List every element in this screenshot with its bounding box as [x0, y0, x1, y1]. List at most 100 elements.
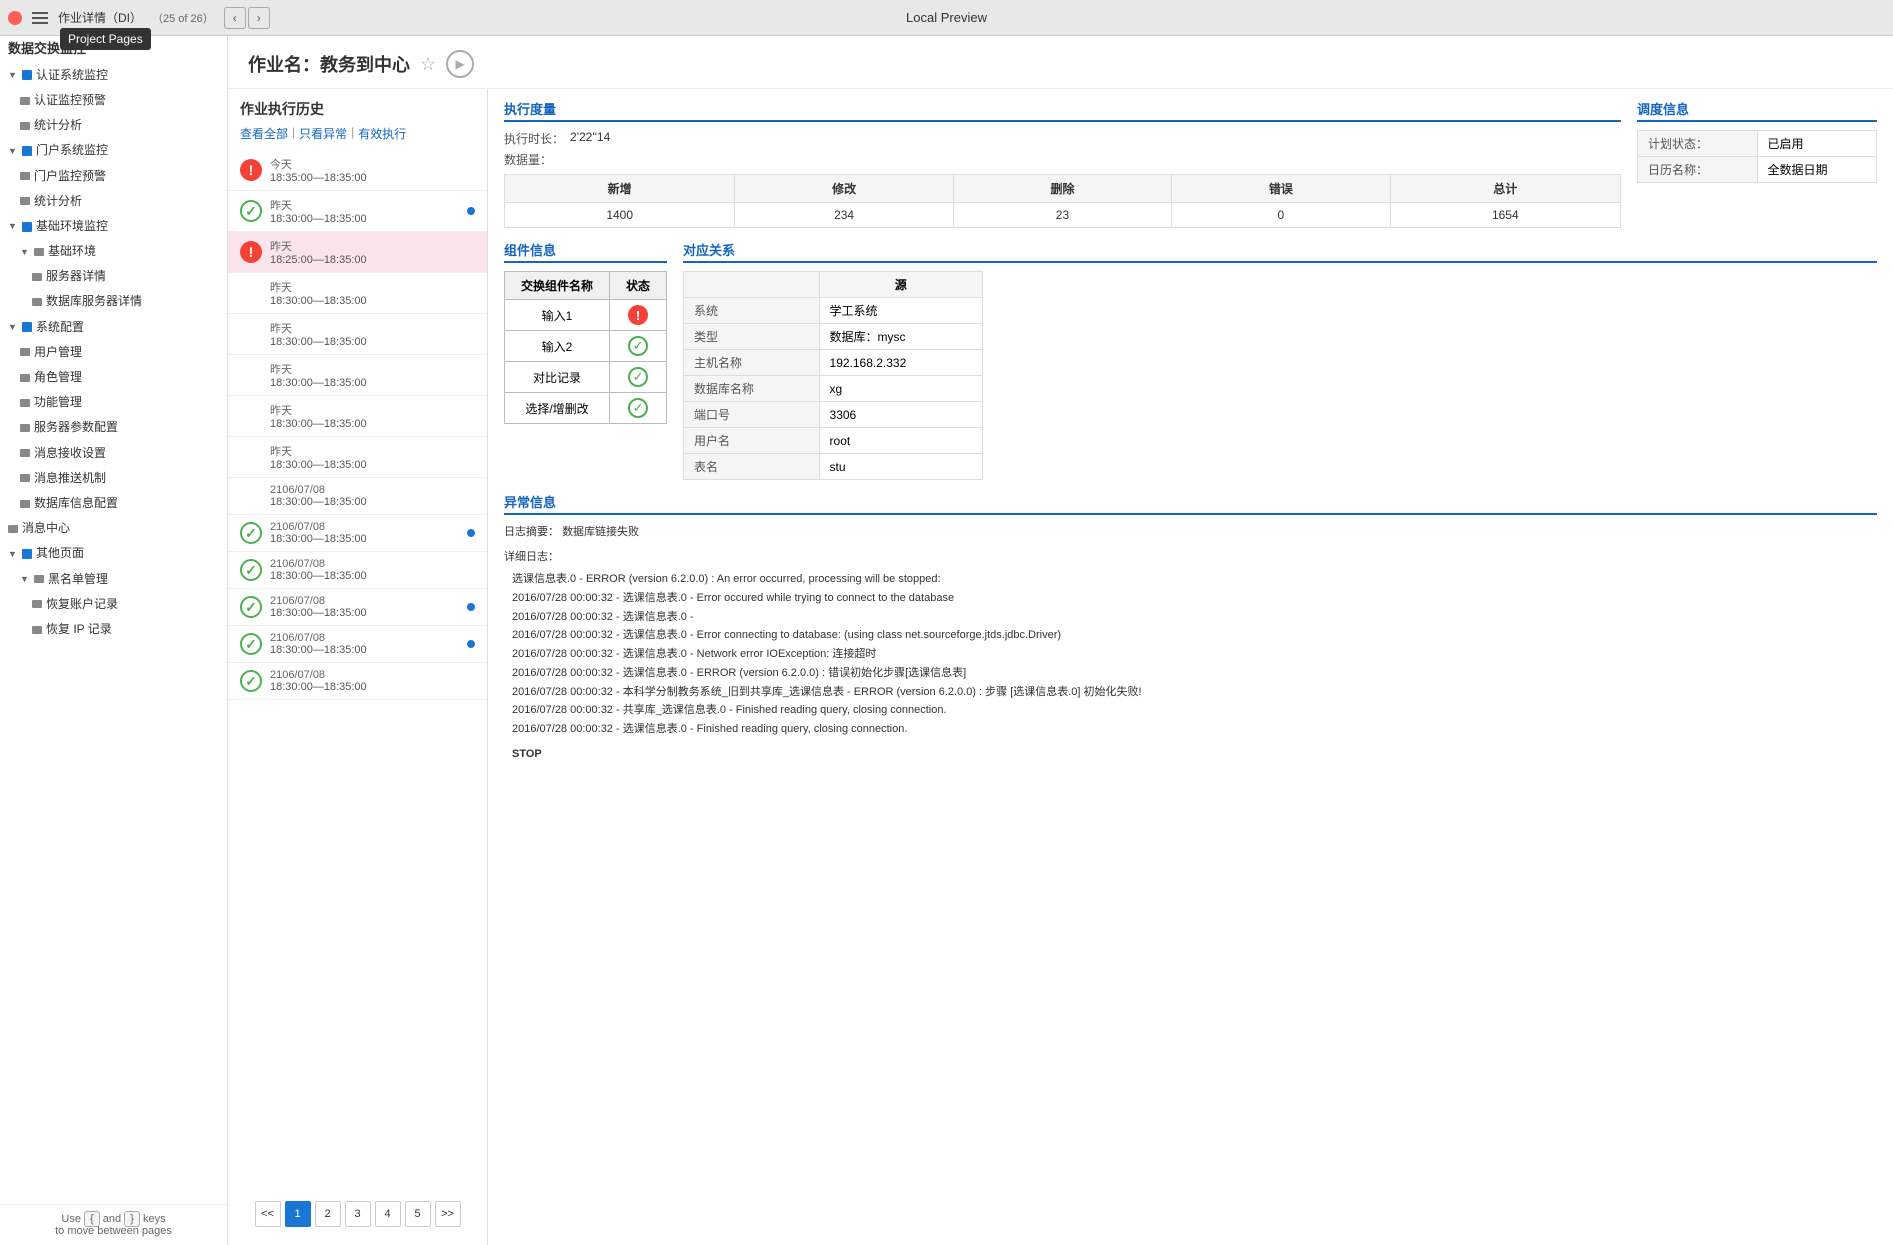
filter-valid[interactable]: 有效执行 [358, 125, 406, 142]
job-date: 昨天 [270, 402, 475, 418]
log-line: 2016/07/28 00:00:32 - 共享库_选课信息表.0 - Fini… [512, 701, 1877, 720]
rel-value-port: 3306 [819, 402, 983, 428]
job-list-item[interactable]: 昨天 18:30:00—18:35:00 [228, 273, 487, 314]
log-line-stop: STOP [512, 745, 1877, 764]
sidebar-item-portal-stats[interactable]: 统计分析 [0, 189, 227, 214]
sidebar-label-db-server-detail: 数据库服务器详情 [46, 292, 142, 311]
page-prev-prev-button[interactable]: << [255, 1201, 281, 1227]
job-list-item[interactable]: ✓ 昨天 18:30:00—18:35:00 [228, 191, 487, 232]
page-icon [32, 600, 42, 608]
col-header-delete: 删除 [953, 175, 1171, 203]
top-section: 执行度量 执行时长： 2'22''14 数据量： 新增 [504, 99, 1877, 228]
content-header: 作业名：教务到中心 ☆ ▶ [228, 36, 1893, 89]
nav-prev-button[interactable]: ‹ [224, 7, 246, 29]
play-button[interactable]: ▶ [446, 50, 474, 78]
job-time: 18:30:00—18:35:00 [270, 459, 475, 471]
sidebar-item-auth-alert[interactable]: 认证监控预警 [0, 88, 227, 113]
sidebar-item-msg-push[interactable]: 消息推送机制 [0, 466, 227, 491]
job-list-item[interactable]: ! 今天 18:35:00—18:35:00 [228, 150, 487, 191]
job-list-item[interactable]: ✓ 2106/07/08 18:30:00—18:35:00 [228, 626, 487, 663]
job-date: 2106/07/08 [270, 521, 459, 533]
rel-row: 系统 学工系统 [684, 298, 983, 324]
job-list-item[interactable]: 昨天 18:30:00—18:35:00 [228, 314, 487, 355]
sidebar-item-portal-monitor[interactable]: ▼ 门户系统监控 [0, 138, 227, 163]
job-time: 18:30:00—18:35:00 [270, 681, 475, 693]
rel-label-table: 表名 [684, 454, 820, 480]
sidebar-label-restore-ip: 恢复 IP 记录 [46, 620, 112, 639]
main-layout: 数据交换监控 ▼ 认证系统监控 认证监控预警 统计分析 [0, 36, 1893, 1245]
page-2-button[interactable]: 2 [315, 1201, 341, 1227]
comp-row: 对比记录 ✓ [505, 362, 667, 393]
page-1-button[interactable]: 1 [285, 1201, 311, 1227]
rel-label-port: 端口号 [684, 402, 820, 428]
tree-section: 数据交换监控 ▼ 认证系统监控 认证监控预警 统计分析 [0, 36, 227, 642]
expand-icon: ▼ [20, 572, 30, 586]
page-next-next-button[interactable]: >> [435, 1201, 461, 1227]
sidebar-item-infra-monitor[interactable]: ▼ 基础环境监控 [0, 214, 227, 239]
sidebar-item-db-server-detail[interactable]: 数据库服务器详情 [0, 289, 227, 314]
job-list-item[interactable]: 昨天 18:30:00—18:35:00 [228, 396, 487, 437]
sidebar-item-server-params[interactable]: 服务器参数配置 [0, 415, 227, 440]
comp-section: 组件信息 交换组件名称 状态 输入1 [504, 240, 667, 480]
sidebar-item-msg-receive[interactable]: 消息接收设置 [0, 441, 227, 466]
hamburger-menu[interactable] [28, 8, 52, 28]
sidebar-label-blacklist: 黑名单管理 [48, 570, 108, 589]
sidebar-item-infra-env[interactable]: ▼ 基础环境 [0, 239, 227, 264]
job-list-item[interactable]: 昨天 18:30:00—18:35:00 [228, 355, 487, 396]
sidebar-item-other-pages[interactable]: ▼ 其他页面 [0, 541, 227, 566]
cell-delete: 23 [953, 203, 1171, 228]
col-header-modify: 修改 [735, 175, 953, 203]
job-list-item[interactable]: ! 昨天 18:25:00—18:35:00 [228, 232, 487, 273]
job-list-item[interactable]: ✓ 2106/07/08 18:30:00—18:35:00 [228, 515, 487, 552]
relation-section: 对应关系 源 系统 学工系统 [683, 240, 1877, 480]
sidebar-item-auth-stats[interactable]: 统计分析 [0, 113, 227, 138]
job-date: 2106/07/08 [270, 669, 475, 681]
job-info: 昨天 18:30:00—18:35:00 [270, 443, 475, 471]
job-list-item[interactable]: 2106/07/08 18:30:00—18:35:00 [228, 478, 487, 515]
blue-square-icon [22, 70, 32, 80]
sidebar-item-sys-config[interactable]: ▼ 系统配置 [0, 315, 227, 340]
sidebar-item-msg-center[interactable]: 消息中心 [0, 516, 227, 541]
sidebar-item-portal-alert[interactable]: 门户监控预警 [0, 164, 227, 189]
job-date: 2106/07/08 [270, 484, 475, 496]
filter-all[interactable]: 查看全部 [240, 125, 288, 142]
job-list-item[interactable]: ✓ 2106/07/08 18:30:00—18:35:00 [228, 552, 487, 589]
page-4-button[interactable]: 4 [375, 1201, 401, 1227]
error-status-icon: ! [628, 305, 648, 325]
job-list-item[interactable]: ✓ 2106/07/08 18:30:00—18:35:00 [228, 589, 487, 626]
top-bar: 作业详情（DI） （25 of 26） Project Pages ‹ › Lo… [0, 0, 1893, 36]
status-success-icon: ✓ [240, 596, 262, 618]
comp-status-select: ✓ [610, 393, 667, 424]
sidebar-item-func-mgmt[interactable]: 功能管理 [0, 390, 227, 415]
job-list-item[interactable]: ✓ 2106/07/08 18:30:00—18:35:00 [228, 663, 487, 700]
expand-icon: ▼ [20, 245, 30, 259]
page-5-button[interactable]: 5 [405, 1201, 431, 1227]
sidebar-item-user-mgmt[interactable]: 用户管理 [0, 340, 227, 365]
filter-error[interactable]: 只看异常 [299, 125, 347, 142]
star-icon[interactable]: ☆ [420, 54, 436, 75]
close-button[interactable] [8, 11, 22, 25]
sidebar-item-auth-monitor[interactable]: ▼ 认证系统监控 [0, 63, 227, 88]
sidebar-item-restore-ip[interactable]: 恢复 IP 记录 [0, 617, 227, 642]
nav-next-button[interactable]: › [248, 7, 270, 29]
sidebar-item-blacklist[interactable]: ▼ 黑名单管理 [0, 567, 227, 592]
sidebar-item-server-detail[interactable]: 服务器详情 [0, 264, 227, 289]
ok-status-icon: ✓ [628, 367, 648, 387]
job-list-item[interactable]: 昨天 18:30:00—18:35:00 [228, 437, 487, 478]
cell-add: 1400 [505, 203, 735, 228]
page-3-button[interactable]: 3 [345, 1201, 371, 1227]
rel-value-dbname: xg [819, 376, 983, 402]
sidebar-item-restore-account[interactable]: 恢复账户记录 [0, 592, 227, 617]
col-header-add: 新增 [505, 175, 735, 203]
page-icon [20, 449, 30, 457]
log-line: 2016/07/28 00:00:32 - 选课信息表.0 - Finished… [512, 720, 1877, 739]
rel-label-dbname: 数据库名称 [684, 376, 820, 402]
rel-label-user: 用户名 [684, 428, 820, 454]
expand-icon: ▼ [8, 219, 18, 233]
sidebar-label-auth-stats: 统计分析 [34, 116, 82, 135]
job-date: 昨天 [270, 361, 475, 377]
rel-col-empty [684, 272, 820, 298]
status-success-icon: ✓ [240, 633, 262, 655]
sidebar-item-db-config[interactable]: 数据库信息配置 [0, 491, 227, 516]
sidebar-item-role-mgmt[interactable]: 角色管理 [0, 365, 227, 390]
